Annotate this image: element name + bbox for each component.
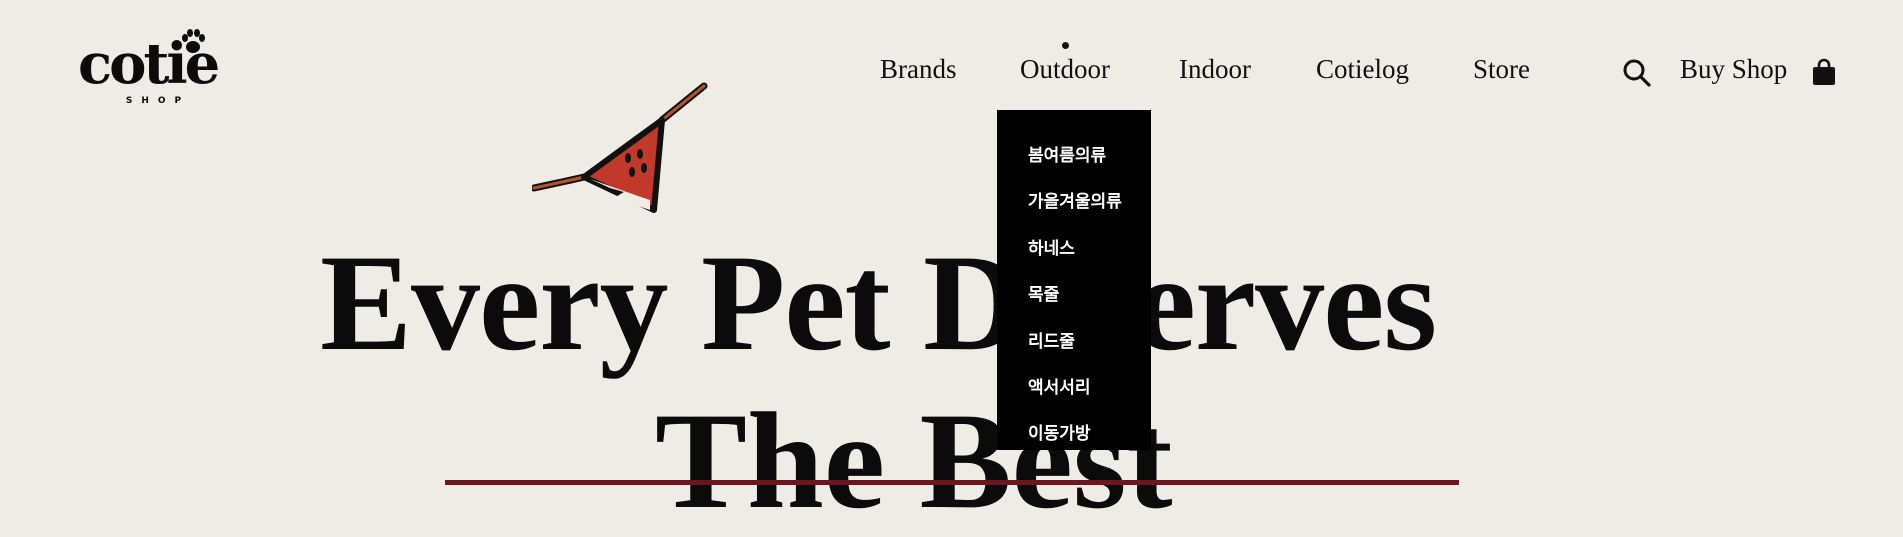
search-icon[interactable]	[1622, 58, 1652, 88]
hero-accent-bar	[445, 480, 1459, 485]
nav-item-cotielog[interactable]: Cotielog	[1316, 54, 1409, 85]
dropdown-item-fall-winter-clothing[interactable]: 가을겨울의류	[1028, 187, 1122, 212]
buy-shop-link[interactable]: Buy Shop	[1680, 54, 1787, 85]
dropdown-item-accessories[interactable]: 액서서리	[1028, 373, 1091, 398]
hero-title-line-1: Every Pet Deserves	[320, 226, 1437, 379]
pennant-illustration	[532, 82, 708, 213]
dropdown-item-harness[interactable]: 하네스	[1028, 234, 1075, 259]
nav-item-outdoor[interactable]: Outdoor	[1020, 42, 1110, 85]
nav-item-brands[interactable]: Brands	[880, 54, 957, 85]
site-header: cotie SHOP Brands Outdoor Indoor Cotielo…	[0, 0, 1903, 120]
shopping-bag-icon[interactable]	[1812, 58, 1836, 86]
outdoor-dropdown-menu: 봄여름의류 가을겨울의류 하네스 목줄 리드줄 액서서리 이동가방	[997, 110, 1151, 450]
dropdown-item-leash[interactable]: 리드줄	[1028, 327, 1075, 352]
dropdown-item-carrier-bag[interactable]: 이동가방	[1028, 419, 1091, 444]
nav-item-store[interactable]: Store	[1473, 54, 1530, 85]
nav-item-indoor[interactable]: Indoor	[1179, 54, 1251, 85]
dropdown-item-spring-summer-clothing[interactable]: 봄여름의류	[1028, 141, 1106, 166]
site-logo[interactable]: cotie SHOP	[78, 29, 242, 108]
logo-subtext: SHOP	[125, 96, 191, 106]
paw-icon	[182, 29, 205, 53]
dropdown-item-collar[interactable]: 목줄	[1028, 280, 1059, 305]
